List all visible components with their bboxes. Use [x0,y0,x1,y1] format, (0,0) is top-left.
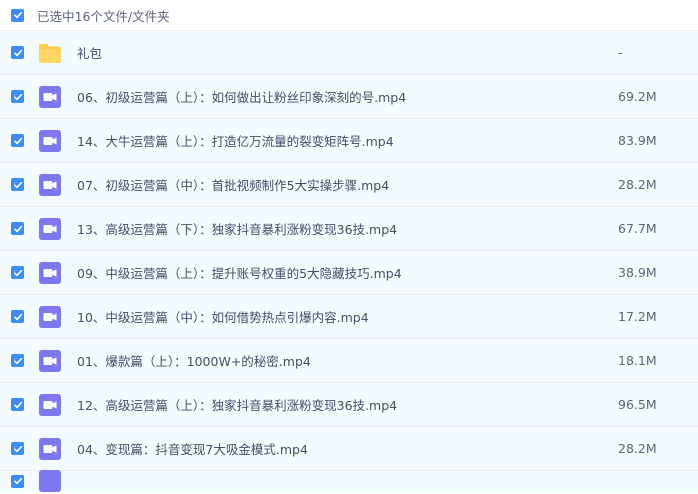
file-size: 67.7M [618,221,657,236]
list-item[interactable]: 06、初级运营篇（上）：如何做出让粉丝印象深刻的号.mp4 69.2M [0,75,698,119]
list-item[interactable]: 12、高级运营篇（上）：独家抖音暴利涨粉变现36技.mp4 96.5M [0,383,698,427]
row-checkbox[interactable] [11,310,24,323]
check-icon [13,93,22,100]
row-checkbox[interactable] [11,398,24,411]
list-item[interactable]: 13、高级运营篇（下）：独家抖音暴利涨粉变现36技.mp4 67.7M [0,207,698,251]
video-file-icon [39,217,61,240]
file-size: 83.9M [618,133,657,148]
file-name[interactable]: 礼包 [77,43,616,62]
file-name[interactable]: 06、初级运营篇（上）：如何做出让粉丝印象深刻的号.mp4 [77,87,616,106]
list-item[interactable]: 09、中级运营篇（上）：提升账号权重的5大隐藏技巧.mp4 38.9M [0,251,698,295]
file-name[interactable]: 10、中级运营篇（中）：如何借势热点引爆内容.mp4 [77,307,616,326]
file-name[interactable]: 09、中级运营篇（上）：提升账号权重的5大隐藏技巧.mp4 [77,263,616,282]
row-checkbox[interactable] [11,134,24,147]
file-size: 28.2M [618,441,657,456]
video-file-icon [39,393,61,416]
check-icon [13,269,22,276]
check-icon [13,477,22,485]
file-name[interactable]: 04、变现篇：抖音变现7大吸金模式.mp4 [77,439,616,458]
row-checkbox[interactable] [11,266,24,279]
select-all-checkbox[interactable] [11,8,24,22]
file-size: 96.5M [618,397,657,412]
video-file-icon [39,85,61,108]
check-icon [13,49,22,56]
video-file-icon [39,437,61,460]
list-item[interactable]: 01、爆款篇（上）：1000W+的秘密.mp4 18.1M [0,339,698,383]
list-item[interactable]: 14、大牛运营篇（上）：打造亿万流量的裂变矩阵号.mp4 83.9M [0,119,698,163]
check-icon [13,357,22,364]
file-size: 69.2M [618,89,657,104]
row-checkbox[interactable] [11,90,24,103]
list-item[interactable]: 04、变现篇：抖音变现7大吸金模式.mp4 28.2M [0,427,698,471]
video-file-icon [39,173,61,196]
check-icon [13,181,22,188]
file-name[interactable]: 14、大牛运营篇（上）：打造亿万流量的裂变矩阵号.mp4 [77,131,616,150]
file-name[interactable]: 07、初级运营篇（中）：首批视频制作5大实操步骤.mp4 [77,175,616,194]
file-size: 38.9M [618,265,657,280]
file-size: 17.2M [618,309,657,324]
selection-header: 已选中16个文件/文件夹 [0,0,698,31]
video-file-icon [39,261,61,284]
list-item[interactable] [0,470,698,492]
video-file-icon [39,349,61,372]
file-name[interactable]: 13、高级运营篇（下）：独家抖音暴利涨粉变现36技.mp4 [77,219,616,238]
file-size: - [618,45,623,60]
file-list: 礼包 - 06、初级运营篇（上）：如何做出让粉丝印象深刻的号.mp4 69.2M… [0,31,698,492]
check-icon [13,11,22,19]
video-file-icon [39,129,61,152]
file-name[interactable]: 01、爆款篇（上）：1000W+的秘密.mp4 [77,351,616,370]
check-icon [13,225,22,232]
check-icon [13,313,22,320]
list-item[interactable]: 礼包 - [0,31,698,75]
row-checkbox[interactable] [11,442,24,455]
file-size: 28.2M [618,177,657,192]
row-checkbox[interactable] [11,474,24,488]
check-icon [13,445,22,452]
file-name[interactable]: 12、高级运营篇（上）：独家抖音暴利涨粉变现36技.mp4 [77,395,616,414]
list-item[interactable]: 07、初级运营篇（中）：首批视频制作5大实操步骤.mp4 28.2M [0,163,698,207]
list-item[interactable]: 10、中级运营篇（中）：如何借势热点引爆内容.mp4 17.2M [0,295,698,339]
check-icon [13,401,22,408]
file-size: 18.1M [618,353,657,368]
video-file-icon [39,305,61,328]
video-file-icon [39,470,61,492]
selection-count-text: 已选中16个文件/文件夹 [37,8,170,24]
row-checkbox[interactable] [11,178,24,191]
row-checkbox[interactable] [11,354,24,367]
row-checkbox[interactable] [11,46,24,59]
check-icon [13,137,22,144]
row-checkbox[interactable] [11,222,24,235]
folder-icon [39,43,61,63]
